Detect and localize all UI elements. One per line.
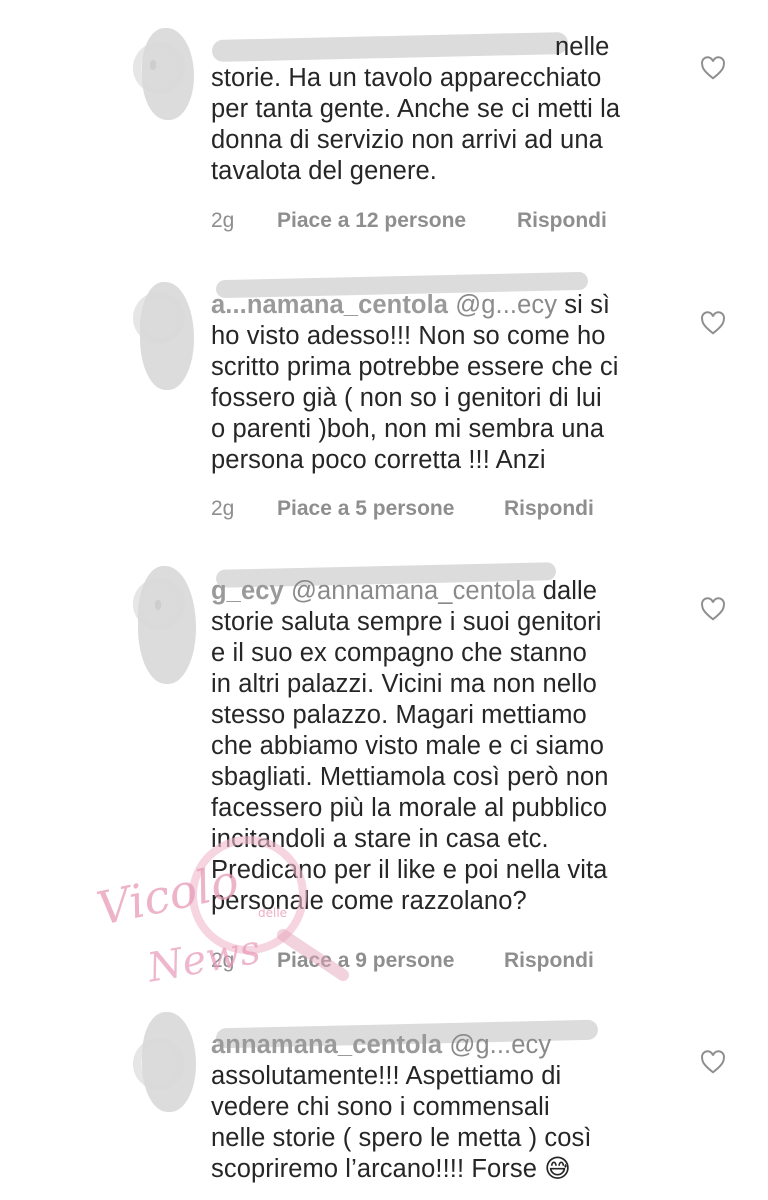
- comment-text: a...namana_centola @g...ecy si sì ho vis…: [211, 291, 619, 474]
- comment-username[interactable]: annamana_centola: [211, 1031, 442, 1059]
- comment-time: 2g: [211, 497, 235, 520]
- reply-button[interactable]: Rispondi: [517, 209, 607, 233]
- reply-button[interactable]: Rispondi: [504, 949, 594, 973]
- comment-time: 2g: [211, 209, 235, 232]
- heart-icon[interactable]: [700, 56, 726, 80]
- comment-meta: 2g Piace a 5 persone Rispondi: [211, 497, 594, 521]
- comment-meta: 2g Piace a 9 persone Rispondi: [211, 949, 594, 973]
- comment-time: 2g: [211, 949, 235, 972]
- comment-text: nelle storie. Ha un tavolo apparecchiato…: [211, 33, 621, 185]
- likes-link[interactable]: Piace a 9 persone: [277, 949, 504, 973]
- redaction: [140, 282, 194, 390]
- likes-link[interactable]: Piace a 12 persone: [277, 209, 517, 233]
- heart-icon[interactable]: [700, 597, 726, 621]
- comment-text: g_ecy @annamana_centola dalle storie sal…: [211, 577, 609, 915]
- heart-icon[interactable]: [700, 311, 726, 335]
- comment-username[interactable]: g_ecy: [211, 577, 284, 605]
- redaction: [142, 1012, 196, 1112]
- mention-link[interactable]: @g...ecy: [455, 291, 557, 319]
- mention-link[interactable]: @annamana_centola: [291, 577, 536, 605]
- redaction: [138, 566, 196, 684]
- mention-link[interactable]: @g...ecy: [449, 1031, 551, 1059]
- comment-meta: 2g Piace a 12 persone Rispondi: [211, 209, 607, 233]
- comment-username[interactable]: a...namana_centola: [211, 291, 448, 319]
- comment-text: annamana_centola @g...ecy assolutamente!…: [211, 1031, 592, 1183]
- likes-link[interactable]: Piace a 5 persone: [277, 497, 504, 521]
- redaction: [142, 28, 194, 120]
- heart-icon[interactable]: [700, 1050, 726, 1074]
- reply-button[interactable]: Rispondi: [504, 497, 594, 521]
